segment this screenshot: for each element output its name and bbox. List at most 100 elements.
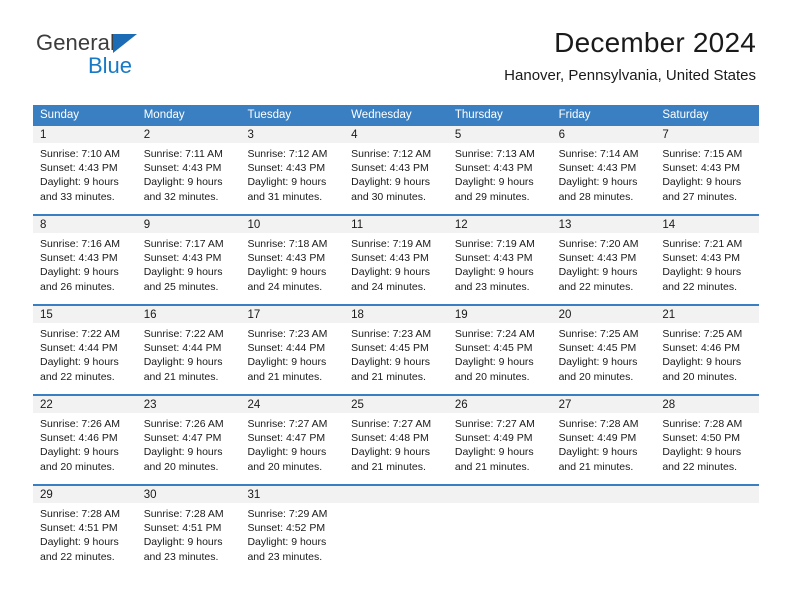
- day-cell[interactable]: 2 Sunrise: 7:11 AM Sunset: 4:43 PM Dayli…: [136, 126, 241, 214]
- sunset-text: Sunset: 4:49 PM: [558, 432, 637, 445]
- day-number: 12: [447, 216, 552, 233]
- sunset-text: Sunset: 4:49 PM: [454, 432, 533, 445]
- sunrise-text: Sunrise: 7:28 AM: [40, 508, 120, 520]
- day-cell[interactable]: 29 Sunrise: 7:28 AM Sunset: 4:51 PM Dayl…: [33, 486, 137, 574]
- day-cell[interactable]: 9 Sunrise: 7:17 AM Sunset: 4:43 PM Dayli…: [136, 216, 241, 304]
- day-cell[interactable]: 14 Sunrise: 7:21 AM Sunset: 4:43 PM Dayl…: [655, 216, 760, 304]
- day-number: 16: [136, 306, 241, 323]
- day-details: Sunrise: 7:12 AM Sunset: 4:43 PM Dayligh…: [344, 143, 448, 214]
- sunrise-text: Sunrise: 7:12 AM: [247, 148, 328, 160]
- sunrise-text: Sunrise: 7:27 AM: [351, 418, 432, 430]
- day-number: 23: [136, 396, 241, 413]
- day-number: 5: [447, 126, 552, 143]
- daylight-text-1: Daylight: 9 hours: [247, 266, 327, 279]
- week-row: 8 Sunrise: 7:16 AM Sunset: 4:43 PM Dayli…: [33, 214, 760, 304]
- sunset-text: Sunset: 4:46 PM: [662, 342, 740, 355]
- sunrise-text: Sunrise: 7:25 AM: [558, 328, 639, 340]
- day-details: Sunrise: 7:11 AM Sunset: 4:43 PM Dayligh…: [136, 143, 241, 214]
- day-cell[interactable]: 1 Sunrise: 7:10 AM Sunset: 4:43 PM Dayli…: [33, 126, 137, 214]
- day-cell[interactable]: 26 Sunrise: 7:27 AM Sunset: 4:49 PM Dayl…: [447, 396, 552, 484]
- day-cell[interactable]: 3 Sunrise: 7:12 AM Sunset: 4:43 PM Dayli…: [240, 126, 345, 214]
- page-subtitle: Hanover, Pennsylvania, United States: [504, 67, 756, 84]
- day-cell[interactable]: 16 Sunrise: 7:22 AM Sunset: 4:44 PM Dayl…: [136, 306, 241, 394]
- daylight-text-1: Daylight: 9 hours: [247, 446, 327, 459]
- daylight-text-1: Daylight: 9 hours: [40, 266, 119, 279]
- calendar-page: General Blue December 2024 Hanover, Penn…: [0, 0, 792, 612]
- day-cell[interactable]: 31 Sunrise: 7:29 AM Sunset: 4:52 PM Dayl…: [240, 486, 345, 574]
- daylight-text-1: Daylight: 9 hours: [351, 446, 430, 459]
- sunset-text: Sunset: 4:43 PM: [143, 162, 222, 175]
- day-details: [344, 503, 448, 574]
- sunrise-text: Sunrise: 7:14 AM: [558, 148, 639, 160]
- sunrise-text: Sunrise: 7:23 AM: [351, 328, 432, 340]
- day-number: 26: [447, 396, 552, 413]
- logo-text-blue: Blue: [88, 53, 133, 78]
- sunset-text: Sunset: 4:43 PM: [247, 252, 326, 265]
- day-details: Sunrise: 7:22 AM Sunset: 4:44 PM Dayligh…: [33, 323, 137, 394]
- day-cell[interactable]: 5 Sunrise: 7:13 AM Sunset: 4:43 PM Dayli…: [447, 126, 552, 214]
- daylight-text-2: and 21 minutes.: [351, 460, 426, 473]
- day-cell[interactable]: 10 Sunrise: 7:18 AM Sunset: 4:43 PM Dayl…: [240, 216, 345, 304]
- day-cell[interactable]: 6 Sunrise: 7:14 AM Sunset: 4:43 PM Dayli…: [551, 126, 656, 214]
- daylight-text-2: and 22 minutes.: [662, 280, 738, 293]
- day-cell-empty: [655, 486, 760, 574]
- day-cell[interactable]: 24 Sunrise: 7:27 AM Sunset: 4:47 PM Dayl…: [240, 396, 345, 484]
- day-details: Sunrise: 7:13 AM Sunset: 4:43 PM Dayligh…: [447, 143, 552, 214]
- day-cell[interactable]: 30 Sunrise: 7:28 AM Sunset: 4:51 PM Dayl…: [136, 486, 241, 574]
- day-cell[interactable]: 19 Sunrise: 7:24 AM Sunset: 4:45 PM Dayl…: [447, 306, 552, 394]
- day-number: 10: [240, 216, 345, 233]
- day-number: [655, 486, 760, 503]
- daylight-text-2: and 23 minutes.: [454, 280, 530, 293]
- daylight-text-2: and 22 minutes.: [662, 460, 738, 473]
- day-cell[interactable]: 11 Sunrise: 7:19 AM Sunset: 4:43 PM Dayl…: [344, 216, 448, 304]
- calendar-grid: Sunday Monday Tuesday Wednesday Thursday…: [33, 105, 760, 574]
- day-number: 3: [240, 126, 345, 143]
- day-details: Sunrise: 7:28 AM Sunset: 4:50 PM Dayligh…: [655, 413, 760, 484]
- daylight-text-2: and 24 minutes.: [247, 280, 323, 293]
- day-cell[interactable]: 22 Sunrise: 7:26 AM Sunset: 4:46 PM Dayl…: [33, 396, 137, 484]
- daylight-text-2: and 33 minutes.: [40, 190, 115, 203]
- sunset-text: Sunset: 4:51 PM: [143, 522, 222, 535]
- day-cell[interactable]: 17 Sunrise: 7:23 AM Sunset: 4:44 PM Dayl…: [240, 306, 345, 394]
- sunset-text: Sunset: 4:44 PM: [143, 342, 222, 355]
- day-details: Sunrise: 7:28 AM Sunset: 4:51 PM Dayligh…: [136, 503, 241, 574]
- daylight-text-1: Daylight: 9 hours: [247, 176, 327, 189]
- daylight-text-2: and 20 minutes.: [143, 460, 219, 473]
- daylight-text-2: and 31 minutes.: [247, 190, 323, 203]
- daylight-text-2: and 20 minutes.: [558, 370, 634, 383]
- daylight-text-2: and 20 minutes.: [454, 370, 530, 383]
- day-number: 28: [655, 396, 760, 413]
- day-cell[interactable]: 28 Sunrise: 7:28 AM Sunset: 4:50 PM Dayl…: [655, 396, 760, 484]
- day-number: 15: [33, 306, 137, 323]
- daylight-text-1: Daylight: 9 hours: [662, 446, 742, 459]
- day-cell[interactable]: 12 Sunrise: 7:19 AM Sunset: 4:43 PM Dayl…: [447, 216, 552, 304]
- daylight-text-1: Daylight: 9 hours: [143, 446, 223, 459]
- day-cell[interactable]: 21 Sunrise: 7:25 AM Sunset: 4:46 PM Dayl…: [655, 306, 760, 394]
- day-cell[interactable]: 27 Sunrise: 7:28 AM Sunset: 4:49 PM Dayl…: [551, 396, 656, 484]
- day-cell[interactable]: 13 Sunrise: 7:20 AM Sunset: 4:43 PM Dayl…: [551, 216, 656, 304]
- day-cell[interactable]: 25 Sunrise: 7:27 AM Sunset: 4:48 PM Dayl…: [344, 396, 448, 484]
- day-details: Sunrise: 7:19 AM Sunset: 4:43 PM Dayligh…: [344, 233, 448, 304]
- day-cell[interactable]: 20 Sunrise: 7:25 AM Sunset: 4:45 PM Dayl…: [551, 306, 656, 394]
- day-details: Sunrise: 7:27 AM Sunset: 4:49 PM Dayligh…: [447, 413, 552, 484]
- sunset-text: Sunset: 4:44 PM: [40, 342, 118, 355]
- title-block: December 2024 Hanover, Pennsylvania, Uni…: [504, 26, 756, 86]
- day-cell[interactable]: 15 Sunrise: 7:22 AM Sunset: 4:44 PM Dayl…: [33, 306, 137, 394]
- sunset-text: Sunset: 4:43 PM: [351, 252, 429, 265]
- page-title: December 2024: [554, 27, 756, 58]
- day-cell[interactable]: 18 Sunrise: 7:23 AM Sunset: 4:45 PM Dayl…: [344, 306, 448, 394]
- sunset-text: Sunset: 4:43 PM: [40, 252, 118, 265]
- daylight-text-1: Daylight: 9 hours: [247, 356, 327, 369]
- sunset-text: Sunset: 4:46 PM: [40, 432, 118, 445]
- day-details: Sunrise: 7:23 AM Sunset: 4:45 PM Dayligh…: [344, 323, 448, 394]
- day-cell[interactable]: 8 Sunrise: 7:16 AM Sunset: 4:43 PM Dayli…: [33, 216, 137, 304]
- day-cell[interactable]: 23 Sunrise: 7:26 AM Sunset: 4:47 PM Dayl…: [136, 396, 241, 484]
- day-cell[interactable]: 4 Sunrise: 7:12 AM Sunset: 4:43 PM Dayli…: [344, 126, 448, 214]
- day-details: Sunrise: 7:12 AM Sunset: 4:43 PM Dayligh…: [240, 143, 345, 214]
- sunset-text: Sunset: 4:50 PM: [662, 432, 740, 445]
- day-cell[interactable]: 7 Sunrise: 7:15 AM Sunset: 4:43 PM Dayli…: [655, 126, 760, 214]
- page-header: General Blue December 2024 Hanover, Penn…: [0, 0, 792, 84]
- generalblue-logo[interactable]: General Blue: [36, 32, 236, 84]
- weekday-header-thursday: Thursday: [454, 109, 503, 121]
- day-number: 4: [344, 126, 448, 143]
